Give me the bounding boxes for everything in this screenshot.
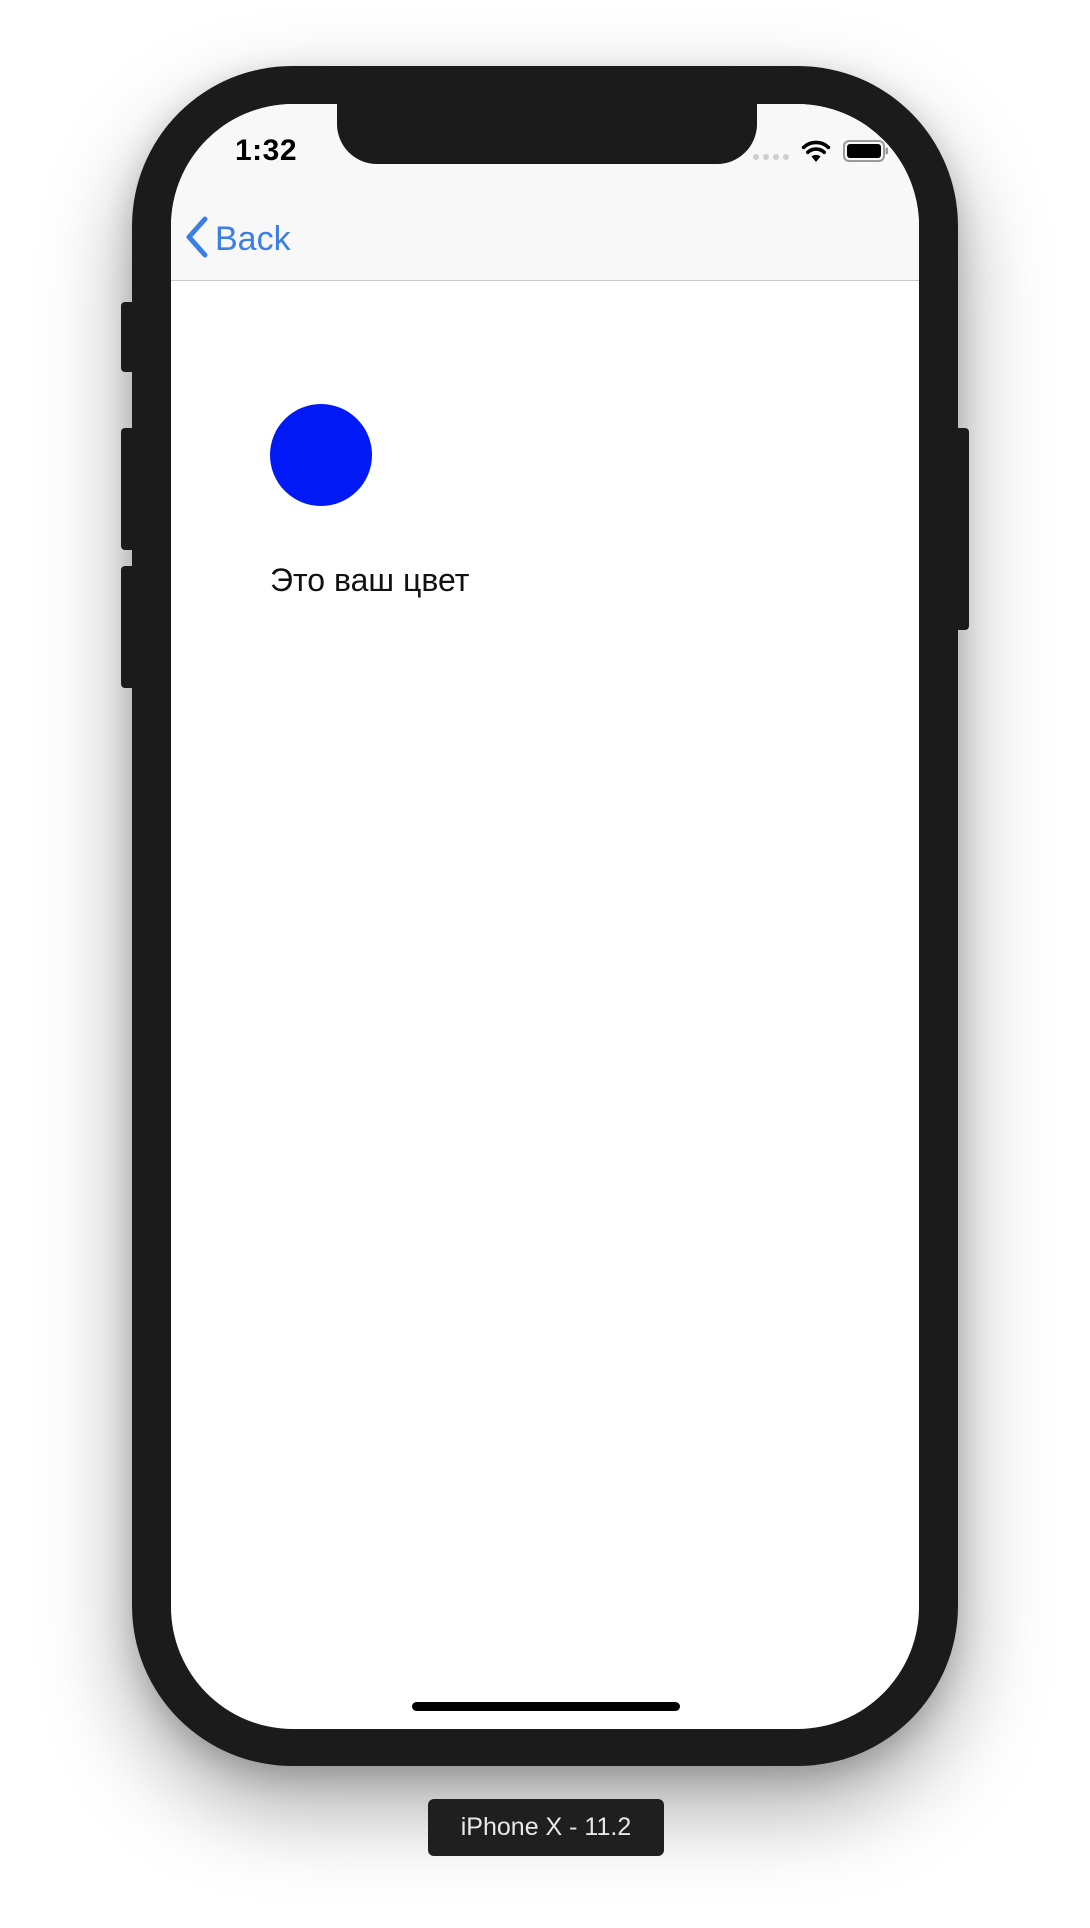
back-button[interactable]: Back bbox=[185, 216, 291, 263]
notch bbox=[337, 104, 757, 164]
battery-icon bbox=[843, 139, 889, 167]
simulator-device-label: iPhone X - 11.2 bbox=[428, 1799, 664, 1856]
back-label: Back bbox=[215, 220, 291, 258]
home-indicator[interactable] bbox=[412, 1702, 680, 1711]
status-time: 1:32 bbox=[235, 134, 298, 167]
signal-dots-icon bbox=[753, 154, 789, 160]
color-label: Это ваш цвет bbox=[270, 562, 470, 598]
chevron-left-icon bbox=[185, 216, 209, 263]
color-swatch bbox=[270, 404, 372, 506]
status-icons bbox=[753, 138, 889, 168]
wifi-icon bbox=[801, 139, 831, 168]
device-screen: Back 1:32 Это ваш цвет bbox=[171, 104, 919, 1729]
